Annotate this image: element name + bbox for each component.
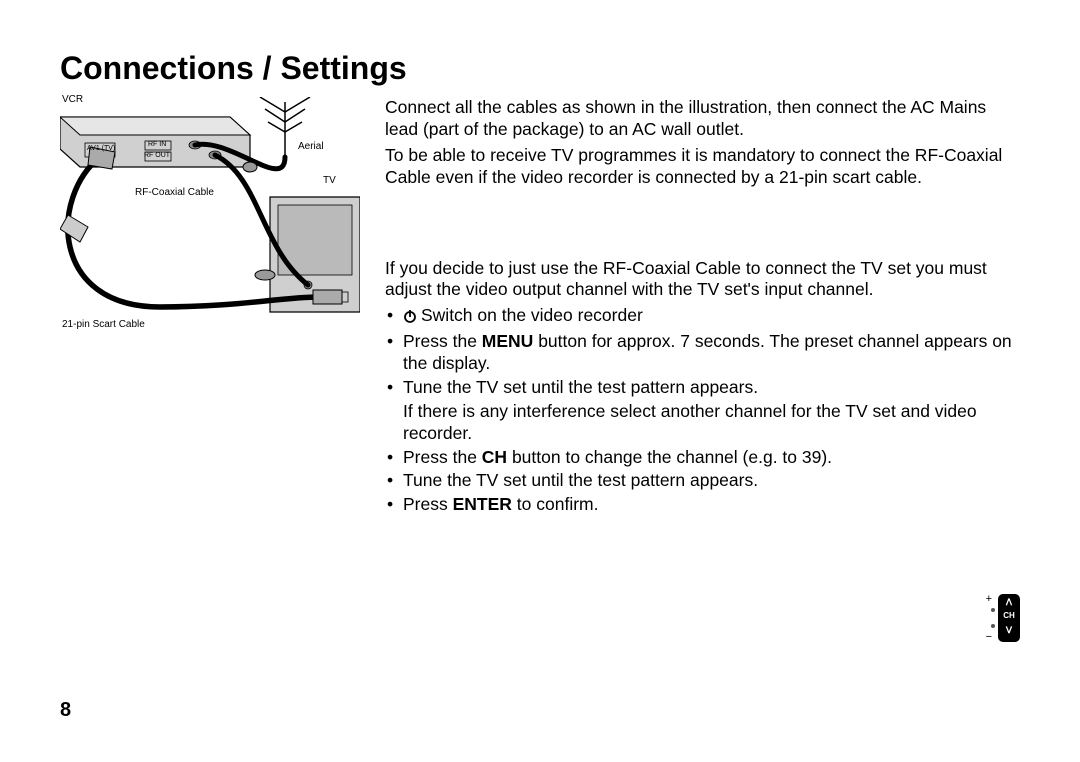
ch-led-bottom: [991, 624, 995, 628]
label-rfout: RF OUT: [144, 152, 170, 159]
ch-plus-label: +: [986, 593, 992, 605]
intro-p1: Connect all the cables as shown in the i…: [385, 97, 1020, 141]
label-rfin: RF IN: [148, 141, 166, 148]
step-5: Tune the TV set until the test pattern a…: [385, 470, 1020, 492]
label-scart: 21-pin Scart Cable: [62, 319, 145, 330]
step-3: Tune the TV set until the test pattern a…: [385, 377, 1020, 399]
connection-diagram: VCR Aerial TV RF-Coaxial Cable 21-pin Sc…: [60, 97, 360, 518]
step-6: Press ENTER to confirm.: [385, 494, 1020, 516]
step-3-cont: If there is any interference select anot…: [385, 401, 1020, 445]
step-2: Press the MENU button for approx. 7 seco…: [385, 331, 1020, 375]
ch-rocker-icon: ᐱ CH ᐯ: [998, 594, 1020, 642]
label-aerial: Aerial: [298, 141, 324, 152]
text-column: Connect all the cables as shown in the i…: [385, 97, 1020, 518]
step-4: Press the CH button to change the channe…: [385, 447, 1020, 469]
step-1: Switch on the video recorder: [385, 305, 1020, 329]
page-number: 8: [60, 699, 71, 722]
power-icon: [403, 307, 417, 329]
intro-p2: To be able to receive TV programmes it i…: [385, 145, 1020, 189]
ch-led-top: [991, 608, 995, 612]
content-row: VCR Aerial TV RF-Coaxial Cable 21-pin Sc…: [60, 97, 1020, 518]
ch-up-arrow: ᐱ: [998, 596, 1020, 608]
mid-para: If you decide to just use the RF-Coaxial…: [385, 258, 1020, 302]
label-av1: AV1 (TV): [87, 145, 115, 152]
diagram-svg: [60, 97, 360, 347]
label-vcr: VCR: [62, 94, 83, 105]
label-rfcoax: RF-Coaxial Cable: [135, 187, 214, 198]
label-tv: TV: [323, 175, 336, 186]
manual-page: Connections / Settings: [0, 0, 1080, 762]
ch-minus-label: −: [986, 631, 992, 643]
ch-label: CH: [998, 608, 1020, 624]
instruction-list: Switch on the video recorder Press the M…: [385, 305, 1020, 516]
ch-down-arrow: ᐯ: [998, 624, 1020, 636]
spacer: [385, 193, 1020, 258]
page-title: Connections / Settings: [60, 50, 1020, 87]
